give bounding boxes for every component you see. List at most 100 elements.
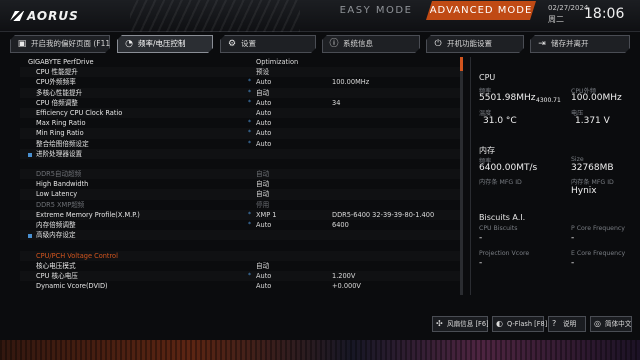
- setting-value[interactable]: Auto: [256, 128, 271, 138]
- setting-row[interactable]: DDR5自动超频 自动: [20, 169, 460, 179]
- cpu-biscuits-value: -: [479, 233, 483, 243]
- easy-mode-button[interactable]: EASY MODE: [330, 2, 422, 20]
- setting-value[interactable]: Auto: [256, 220, 271, 230]
- settings-list: GIGABYTE PerfDrive Optimization CPU 性能提升 预设…: [20, 57, 460, 295]
- tab-save-exit[interactable]: ⇥ 储存并离开: [530, 35, 630, 53]
- setting-value[interactable]: 预设: [256, 67, 269, 77]
- bookmark-icon: ▣: [17, 39, 27, 49]
- setting-row[interactable]: 整合绘图倍频设定 * Auto: [20, 139, 460, 149]
- power-icon: ⏻: [434, 39, 442, 49]
- setting-row[interactable]: GIGABYTE PerfDrive Optimization: [20, 57, 460, 67]
- current-value: 100.00MHz: [332, 78, 370, 87]
- setting-value[interactable]: 停用: [256, 200, 269, 210]
- mem-mfg2-label: 内存条 MFG ID: [571, 179, 614, 186]
- setting-row[interactable]: CPU外频频率 * Auto 100.00MHz: [20, 77, 460, 87]
- fan-info-button[interactable]: ✣ 风扇信息 [F6]: [432, 316, 489, 332]
- setting-label: CPU 倍频调整: [36, 98, 78, 107]
- setting-value[interactable]: 自动: [256, 179, 269, 189]
- setting-label: CPU外频频率: [36, 78, 76, 87]
- setting-row[interactable]: CPU 核心电压 * Auto 1.200V: [20, 271, 460, 281]
- ecore-freq-label: E Core Frequency: [571, 250, 626, 257]
- fan-icon: ✣: [436, 319, 443, 328]
- setting-value[interactable]: 自动: [256, 261, 269, 271]
- gear-icon: ⚙: [227, 39, 237, 49]
- setting-label: GIGABYTE PerfDrive: [28, 58, 94, 66]
- scrollbar-thumb[interactable]: [460, 57, 463, 71]
- tab-favorites[interactable]: ▣ 开启我的偏好页面 (F11): [10, 35, 110, 53]
- setting-label: Extreme Memory Profile(X.M.P.): [36, 210, 140, 219]
- setting-value[interactable]: Auto: [256, 98, 271, 108]
- setting-label: CPU/PCH Voltage Control: [36, 251, 118, 260]
- setting-row[interactable]: 核心电压模式 自动: [20, 261, 460, 271]
- current-value: 6400: [332, 221, 349, 229]
- setting-value[interactable]: Auto: [256, 139, 271, 149]
- cpu-section-title: CPU: [479, 73, 496, 82]
- current-value: 34: [332, 98, 341, 107]
- setting-value[interactable]: 自动: [256, 88, 269, 98]
- pcore-freq-value: -: [571, 233, 575, 243]
- setting-value[interactable]: Auto: [256, 108, 271, 118]
- setting-label: DDR5自动超频: [36, 170, 82, 179]
- setting-value[interactable]: Auto: [256, 271, 271, 281]
- top-bar: AORUS EASY MODE ADVANCED MODE 02/27/2024…: [0, 0, 640, 32]
- setting-row[interactable]: DDR5 XMP超频 停用: [20, 200, 460, 210]
- setting-label: CPU 核心电压: [36, 271, 78, 280]
- qflash-button[interactable]: ◐ Q-Flash [F8]: [492, 316, 547, 332]
- tab-system-info[interactable]: ⓘ 系统信息: [322, 35, 420, 53]
- setting-label: 高级内存设定: [36, 231, 76, 240]
- spacer-row: [20, 159, 460, 169]
- setting-row[interactable]: Dynamic Vcore(DVID) Auto +0.000V: [20, 281, 460, 291]
- setting-value[interactable]: Optimization: [256, 57, 298, 67]
- language-button[interactable]: ◎ 简体中文: [590, 316, 632, 332]
- projection-vcore-label: Projection Vcore: [479, 250, 530, 257]
- setting-label: High Bandwidth: [36, 180, 89, 189]
- setting-row[interactable]: CPU 倍频调整 * Auto 34: [20, 98, 460, 108]
- setting-row[interactable]: High Bandwidth 自动: [20, 179, 460, 189]
- setting-value[interactable]: Auto: [256, 77, 271, 87]
- mem-mfg-label: 内存条 MFG ID: [479, 179, 522, 186]
- setting-row[interactable]: Efficiency CPU Clock Ratio Auto: [20, 108, 460, 118]
- scrollbar[interactable]: [460, 57, 463, 295]
- setting-value[interactable]: 自动: [256, 189, 269, 199]
- modified-star-icon: *: [248, 271, 251, 279]
- setting-label: CPU 性能提升: [36, 68, 78, 77]
- current-value: 1.200V: [332, 271, 356, 280]
- tab-boot[interactable]: ⏻ 开机功能设置: [426, 35, 524, 53]
- setting-value[interactable]: Auto: [256, 281, 271, 291]
- setting-value[interactable]: XMP 1: [256, 210, 276, 220]
- setting-row[interactable]: 多核心性能提升 * 自动: [20, 88, 460, 98]
- globe-icon: ◎: [594, 319, 601, 328]
- help-icon: ?: [552, 319, 557, 328]
- tab-freq-voltage[interactable]: ◔ 频率/电压控制: [117, 35, 213, 53]
- spacer-row: [20, 240, 460, 250]
- setting-row[interactable]: Min Ring Ratio * Auto: [20, 128, 460, 138]
- tab-settings[interactable]: ⚙ 设置: [220, 35, 316, 53]
- modified-star-icon: *: [248, 129, 251, 137]
- ecore-freq-value: -: [571, 258, 575, 268]
- setting-row[interactable]: 内存倍频调整 * Auto 6400: [20, 220, 460, 230]
- current-value: +0.000V: [332, 282, 361, 291]
- modified-star-icon: *: [248, 98, 251, 106]
- modified-star-icon: *: [248, 210, 251, 218]
- setting-value[interactable]: Auto: [256, 118, 271, 128]
- cpu-freq-value: 5501.98MHz: [479, 93, 536, 103]
- tab-label: 系统信息: [343, 39, 373, 48]
- advanced-mode-button[interactable]: ADVANCED MODE: [426, 1, 536, 20]
- help-button[interactable]: ? 说明: [548, 316, 586, 332]
- setting-row[interactable]: CPU 性能提升 预设: [20, 67, 460, 77]
- modified-star-icon: *: [248, 119, 251, 127]
- hardware-info-panel: CPU 频率 5501.98MHz 4300.71 CPU外频 100.00MH…: [470, 57, 630, 295]
- pcore-freq-label: P Core Frequency: [571, 225, 625, 232]
- decorative-stripes: [130, 0, 300, 32]
- language-label: 简体中文: [605, 320, 632, 328]
- setting-row[interactable]: Low Latency 自动: [20, 189, 460, 199]
- setting-row[interactable]: Extreme Memory Profile(X.M.P.) * XMP 1 DDR5…: [20, 210, 460, 220]
- setting-label: 进阶处理器设置: [36, 149, 83, 158]
- tab-label: 频率/电压控制: [138, 39, 186, 48]
- tab-bar: ▣ 开启我的偏好页面 (F11) ◔ 频率/电压控制 ⚙ 设置 ⓘ 系统信息 ⏻ 开机功能…: [0, 35, 640, 54]
- setting-value[interactable]: 自动: [256, 169, 269, 179]
- setting-row[interactable]: 进阶处理器设置: [20, 149, 460, 159]
- modified-star-icon: *: [248, 88, 251, 96]
- setting-row[interactable]: Max Ring Ratio * Auto: [20, 118, 460, 128]
- setting-row[interactable]: 高级内存设定: [20, 230, 460, 240]
